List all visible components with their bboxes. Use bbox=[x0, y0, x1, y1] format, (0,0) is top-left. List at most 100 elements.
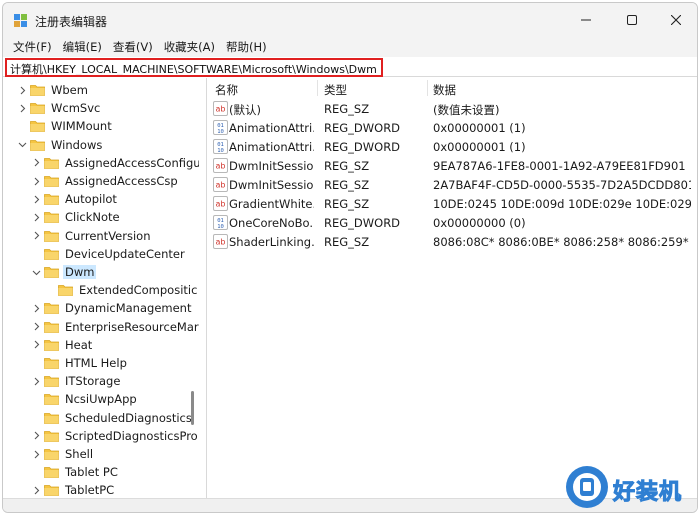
chevron-right-icon[interactable] bbox=[31, 212, 41, 222]
svg-text:10: 10 bbox=[217, 129, 224, 135]
value-type: REG_SZ bbox=[324, 178, 370, 192]
chevron-right-icon[interactable] bbox=[31, 431, 41, 441]
svg-text:ab: ab bbox=[216, 105, 226, 114]
value-type: REG_SZ bbox=[324, 197, 370, 211]
column-header-type[interactable]: 类型 bbox=[324, 82, 347, 98]
tree-scrollbar[interactable] bbox=[189, 78, 197, 498]
tree-item[interactable]: WcmSvc bbox=[17, 99, 102, 117]
value-row[interactable]: abGradientWhite... REG_SZ 10DE:0245 10DE:0… bbox=[207, 195, 697, 214]
menu-help[interactable]: 帮助(H) bbox=[224, 37, 272, 57]
menu-file[interactable]: 文件(F) bbox=[11, 37, 57, 57]
value-data: 8086:08C* 8086:0BE* 8086:258* 8086:259* … bbox=[433, 235, 691, 249]
value-row[interactable]: 01 10 AnimationAttri... REG_DWORD 0x00000001… bbox=[207, 138, 697, 157]
tree-item[interactable]: HTML Help bbox=[31, 354, 129, 372]
registry-editor-icon bbox=[14, 14, 27, 27]
chevron-down-icon[interactable] bbox=[31, 267, 41, 277]
tree-item[interactable]: ITStorage bbox=[31, 372, 122, 390]
chevron-right-icon[interactable] bbox=[17, 85, 27, 95]
watermark-logo-icon bbox=[566, 466, 608, 508]
value-name: GradientWhite... bbox=[229, 197, 314, 211]
tree-item[interactable]: AssignedAccessConfigu bbox=[31, 154, 199, 172]
chevron-right-icon[interactable] bbox=[31, 194, 41, 204]
value-row[interactable]: abDwmInitSessio... REG_SZ 9EA787A6-1FE8-00… bbox=[207, 157, 697, 176]
chevron-right-icon[interactable] bbox=[31, 231, 41, 241]
tree-scrollbar-thumb[interactable] bbox=[191, 391, 194, 425]
tree-item-label: ITStorage bbox=[65, 374, 121, 389]
menu-edit[interactable]: 编辑(E) bbox=[61, 37, 107, 57]
value-type: REG_DWORD bbox=[324, 216, 401, 230]
tree-item[interactable]: WIMMount bbox=[17, 117, 114, 135]
tree-item-label: Dwm bbox=[63, 265, 97, 279]
maximize-button[interactable] bbox=[609, 3, 655, 37]
tree-item[interactable]: Dwm bbox=[31, 263, 97, 281]
column-header-data[interactable]: 数据 bbox=[433, 82, 456, 98]
column-header-name[interactable]: 名称 bbox=[215, 82, 238, 98]
chevron-right-icon[interactable] bbox=[31, 322, 41, 332]
folder-icon bbox=[44, 485, 59, 497]
tree-item[interactable]: ExtendedCompositic bbox=[45, 281, 199, 299]
folder-icon bbox=[44, 303, 59, 315]
tree-item[interactable]: DynamicManagement bbox=[31, 299, 193, 317]
value-name: (默认) bbox=[229, 103, 261, 117]
tree-item[interactable]: Wbem bbox=[17, 81, 90, 99]
chevron-right-icon[interactable] bbox=[31, 376, 41, 386]
minimize-icon bbox=[581, 19, 591, 21]
folder-icon bbox=[44, 358, 59, 369]
tree-item[interactable]: AssignedAccessCsp bbox=[31, 172, 180, 190]
tree-item-label: ClickNote bbox=[65, 210, 120, 225]
menu-view[interactable]: 查看(V) bbox=[111, 37, 158, 57]
chevron-right-icon[interactable] bbox=[31, 485, 41, 495]
address-path-input[interactable]: 计算机\HKEY_LOCAL_MACHINE\SOFTWARE\Microsof… bbox=[5, 58, 383, 77]
tree-item[interactable]: Shell bbox=[31, 445, 95, 463]
value-name: OneCoreNoBo... bbox=[229, 216, 314, 230]
value-row[interactable]: ab ShaderLinking... REG_SZ 8086:08C* 8086:0… bbox=[207, 233, 697, 252]
value-row[interactable]: abDwmInitSessio... REG_SZ 2A7BAF4F-CD5D-00… bbox=[207, 176, 697, 195]
tree-item[interactable]: Heat bbox=[31, 336, 94, 354]
tree-item[interactable]: Windows bbox=[17, 136, 104, 154]
close-button[interactable] bbox=[653, 3, 697, 37]
title-bar[interactable]: 注册表编辑器 bbox=[3, 3, 697, 37]
tree-item[interactable]: Autopilot bbox=[31, 190, 119, 208]
tree-item[interactable]: CurrentVersion bbox=[31, 227, 152, 245]
tree-item[interactable]: Tablet PC bbox=[31, 463, 120, 481]
folder-icon bbox=[58, 285, 73, 297]
value-name: AnimationAttri... bbox=[229, 121, 314, 135]
chevron-right-icon[interactable] bbox=[17, 103, 27, 113]
value-data: 0x00000000 (0) bbox=[433, 216, 526, 230]
chevron-right-icon[interactable] bbox=[31, 176, 41, 186]
chevron-right-icon[interactable] bbox=[31, 449, 41, 459]
tree-item-label: CurrentVersion bbox=[65, 228, 151, 243]
tree-item-label: ExtendedCompositic bbox=[79, 283, 198, 298]
svg-text:10: 10 bbox=[217, 224, 224, 230]
tree-item[interactable]: DeviceUpdateCenter bbox=[31, 245, 187, 263]
value-row[interactable]: 01 10 OneCoreNoBo... REG_DWORD 0x00000000 (0… bbox=[207, 214, 697, 233]
chevron-down-icon[interactable] bbox=[17, 140, 27, 150]
tree-item[interactable]: ClickNote bbox=[31, 208, 122, 226]
chevron-right-icon[interactable] bbox=[31, 303, 41, 313]
menu-favorites[interactable]: 收藏夹(A) bbox=[162, 37, 220, 57]
value-data: 10DE:0245 10DE:009d 10DE:029e 10DE:029d … bbox=[433, 197, 691, 211]
tree-item[interactable]: ScheduledDiagnostics bbox=[31, 409, 194, 427]
tree-item[interactable]: EnterpriseResourceMar bbox=[31, 318, 199, 336]
window-title: 注册表编辑器 bbox=[35, 15, 108, 29]
folder-icon bbox=[30, 121, 45, 133]
svg-text:ab: ab bbox=[216, 200, 226, 209]
folder-icon bbox=[44, 212, 59, 224]
string-value-icon: ab bbox=[213, 158, 228, 173]
column-separator[interactable] bbox=[317, 80, 318, 96]
tree-item[interactable]: TabletPC bbox=[31, 481, 116, 498]
registry-editor-window: 注册表编辑器 文件(F) 编辑(E) 查看(V) 收藏夹(A) 帮助(H) 计算… bbox=[2, 2, 698, 513]
chevron-right-icon[interactable] bbox=[31, 340, 41, 350]
string-value-icon: ab bbox=[213, 196, 228, 211]
folder-icon bbox=[44, 430, 59, 442]
minimize-button[interactable] bbox=[563, 3, 609, 37]
value-data: (数值未设置) bbox=[433, 103, 500, 117]
tree-item[interactable]: NcsiUwpApp bbox=[31, 390, 139, 408]
value-type: REG_SZ bbox=[324, 159, 370, 173]
value-row[interactable]: ab (默认) REG_SZ (数值未设置) bbox=[207, 100, 697, 119]
tree-item-label: Autopilot bbox=[65, 192, 117, 207]
column-separator[interactable] bbox=[427, 80, 428, 96]
tree-item[interactable]: ScriptedDiagnosticsPro bbox=[31, 427, 199, 445]
value-row[interactable]: 01 10 AnimationAttri... REG_DWORD 0x00000001… bbox=[207, 119, 697, 138]
chevron-right-icon[interactable] bbox=[31, 158, 41, 168]
